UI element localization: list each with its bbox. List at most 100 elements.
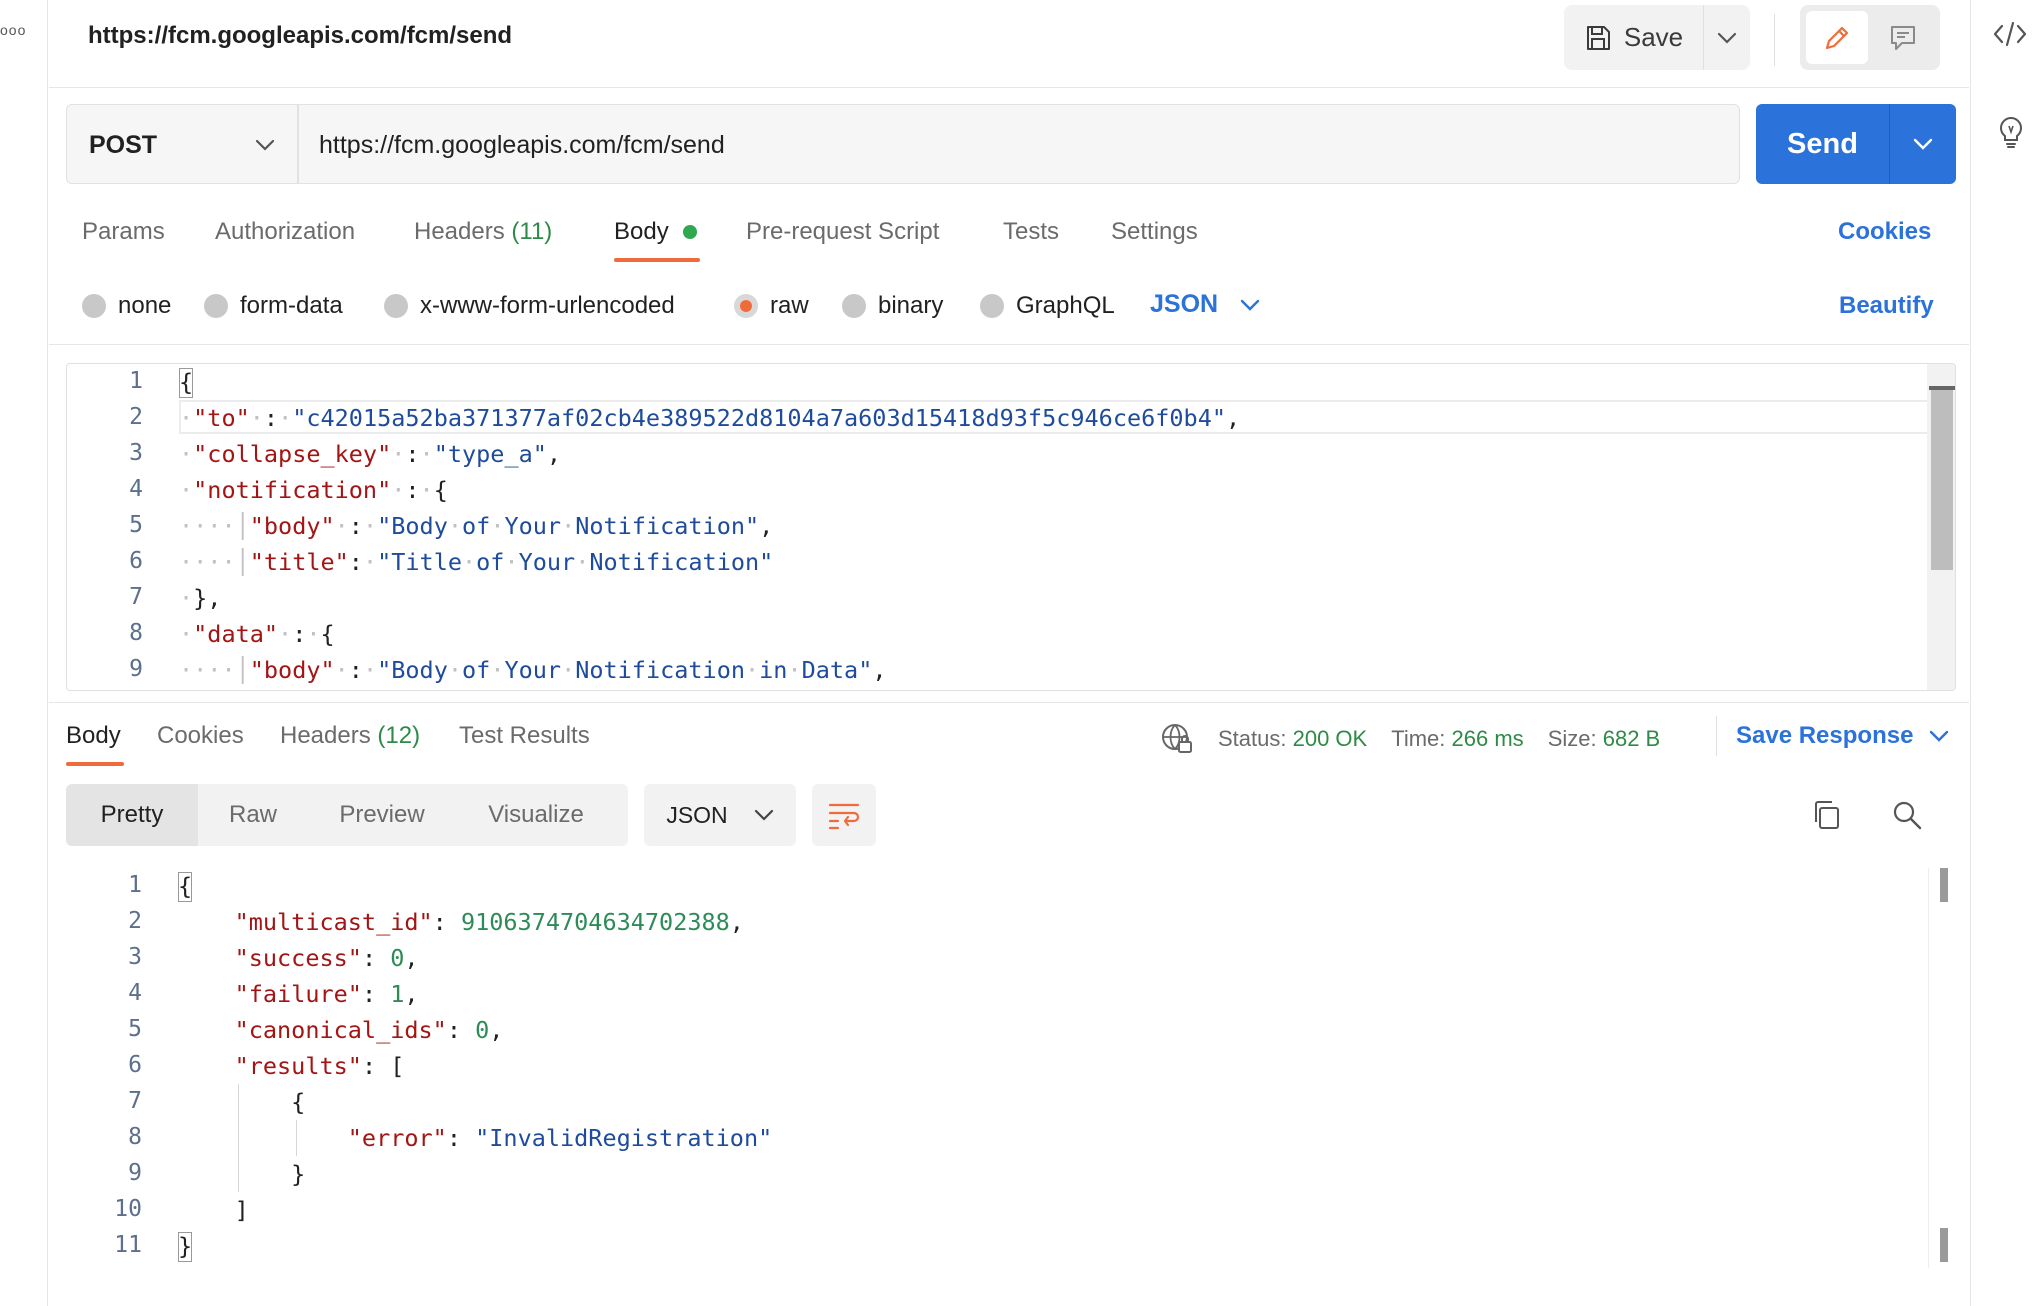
code-icon[interactable] (1993, 18, 2027, 55)
view-visualize[interactable]: Visualize (456, 784, 616, 846)
code-line: ·"data"·:·{ (179, 620, 335, 648)
view-pretty[interactable]: Pretty (66, 784, 198, 846)
tab-headers[interactable]: Headers (11) (414, 218, 552, 246)
copy-icon[interactable] (1810, 798, 1844, 837)
response-tab-headers[interactable]: Headers (12) (280, 722, 420, 750)
tab-authorization[interactable]: Authorization (215, 218, 355, 246)
send-options-button[interactable] (1890, 104, 1956, 184)
response-tab-test-results[interactable]: Test Results (459, 722, 590, 750)
line-number: 9 (129, 656, 143, 682)
time-value: 266 ms (1451, 726, 1524, 751)
response-tab-cookies[interactable]: Cookies (157, 722, 244, 750)
tab-params[interactable]: Params (82, 218, 165, 246)
wrap-lines-icon (828, 803, 860, 830)
code-line: "success": 0, (234, 944, 419, 972)
edit-mode-button[interactable] (1806, 11, 1868, 64)
left-sidebar-strip: ooo (0, 0, 48, 1306)
code-line: "results": [ (234, 1052, 405, 1080)
save-icon (1586, 25, 1610, 50)
radio-label: x-www-form-urlencoded (420, 292, 675, 319)
code-line: ] (178, 1196, 249, 1224)
url-input[interactable]: https://fcm.googleapis.com/fcm/send (298, 104, 1740, 184)
beautify-button[interactable]: Beautify (1839, 292, 1934, 320)
editor-scrollbar[interactable] (1928, 868, 1929, 1268)
line-number: 2 (129, 404, 143, 430)
body-language-select[interactable]: JSON (1150, 290, 1260, 319)
chevron-down-icon (1913, 138, 1933, 150)
line-number: 1 (129, 368, 143, 394)
code-line: "multicast_id": 9106374704634702388, (234, 908, 744, 936)
code-line: ····│"body"·:·"Body·of·Your·Notification… (179, 512, 774, 540)
radio-x-www-form-urlencoded[interactable]: x-www-form-urlencoded (384, 292, 675, 320)
response-tab-headers-label: Headers (280, 722, 371, 749)
response-language-select[interactable]: JSON (644, 784, 796, 846)
response-view-modes: Pretty Raw Preview Visualize (66, 784, 628, 846)
request-title[interactable]: https://fcm.googleapis.com/fcm/send (88, 22, 512, 50)
status-label: Status: (1218, 726, 1287, 751)
response-tab-body[interactable]: Body (66, 722, 121, 750)
scrollbar-marker (1940, 868, 1948, 902)
size-field[interactable]: Size: 682 B (1548, 726, 1661, 752)
line-number: 5 (129, 512, 143, 538)
line-number: 6 (128, 1052, 142, 1078)
search-icon[interactable] (1890, 798, 1924, 837)
radio-raw[interactable]: raw (734, 292, 809, 320)
code-line: { (178, 1088, 306, 1116)
right-context-rail (1970, 0, 2042, 1306)
response-meta-divider (1716, 716, 1717, 756)
line-number: 8 (129, 620, 143, 646)
code-line: ·"notification"·:·{ (179, 476, 448, 504)
code-line: "canonical_ids": 0, (234, 1016, 504, 1044)
wrap-lines-button[interactable] (812, 784, 876, 846)
code-line: ····│"title":·"Title·of·Your·Notificatio… (179, 548, 774, 576)
code-line: ·"collapse_key"·:·"type_a", (179, 440, 562, 468)
line-number: 7 (129, 584, 143, 610)
radio-circle (384, 294, 408, 318)
request-body-editor[interactable]: 1 2 3 4 5 6 7 8 9 { ·"to"·:·"c42015a52ba… (66, 363, 1956, 691)
radio-form-data[interactable]: form-data (204, 292, 343, 320)
time-field[interactable]: Time: 266 ms (1391, 726, 1523, 752)
line-number: 3 (128, 944, 142, 970)
send-button[interactable]: Send (1756, 104, 1890, 184)
body-language-label: JSON (1150, 290, 1219, 318)
radio-graphql[interactable]: GraphQL (980, 292, 1115, 320)
radio-circle (980, 294, 1004, 318)
radio-label: binary (878, 292, 944, 319)
tab-tests[interactable]: Tests (1003, 218, 1059, 246)
radio-none[interactable]: none (82, 292, 171, 320)
radio-circle (842, 294, 866, 318)
lightbulb-icon[interactable] (1995, 114, 2027, 155)
scrollbar-marker (1929, 386, 1955, 390)
view-raw[interactable]: Raw (198, 784, 308, 846)
line-number: 6 (129, 548, 143, 574)
code-line: { (179, 368, 194, 396)
tab-headers-label: Headers (414, 218, 505, 245)
scrollbar-thumb[interactable] (1931, 386, 1953, 570)
response-body-viewer[interactable]: 1 2 3 4 5 6 7 8 9 10 11 { "multicast_id"… (66, 868, 1956, 1288)
line-number: 4 (129, 476, 143, 502)
view-preview[interactable]: Preview (308, 784, 456, 846)
cookies-link[interactable]: Cookies (1838, 218, 1931, 246)
more-icon[interactable]: ooo (0, 22, 26, 38)
method-label: POST (89, 131, 158, 159)
section-divider (49, 344, 1969, 345)
save-button[interactable]: Save (1564, 5, 1704, 70)
tab-settings[interactable]: Settings (1111, 218, 1198, 246)
view-mode-toggle (1800, 5, 1940, 70)
tab-pre-request-script[interactable]: Pre-request Script (746, 218, 939, 246)
line-number: 5 (128, 1016, 142, 1042)
radio-binary[interactable]: binary (842, 292, 943, 320)
save-response-button[interactable]: Save Response (1736, 722, 1949, 750)
globe-lock-icon[interactable] (1160, 722, 1194, 756)
tab-body[interactable]: Body (614, 218, 669, 246)
code-line: } (178, 1232, 193, 1260)
pencil-icon (1825, 26, 1849, 49)
editor-scrollbar[interactable] (1927, 364, 1955, 690)
line-number: 11 (114, 1232, 142, 1258)
method-select[interactable]: POST (66, 104, 298, 184)
status-field[interactable]: Status: 200 OK (1218, 726, 1367, 752)
line-number: 4 (128, 980, 142, 1006)
save-options-button[interactable] (1704, 5, 1750, 70)
line-number: 2 (128, 908, 142, 934)
comments-button[interactable] (1872, 11, 1934, 64)
